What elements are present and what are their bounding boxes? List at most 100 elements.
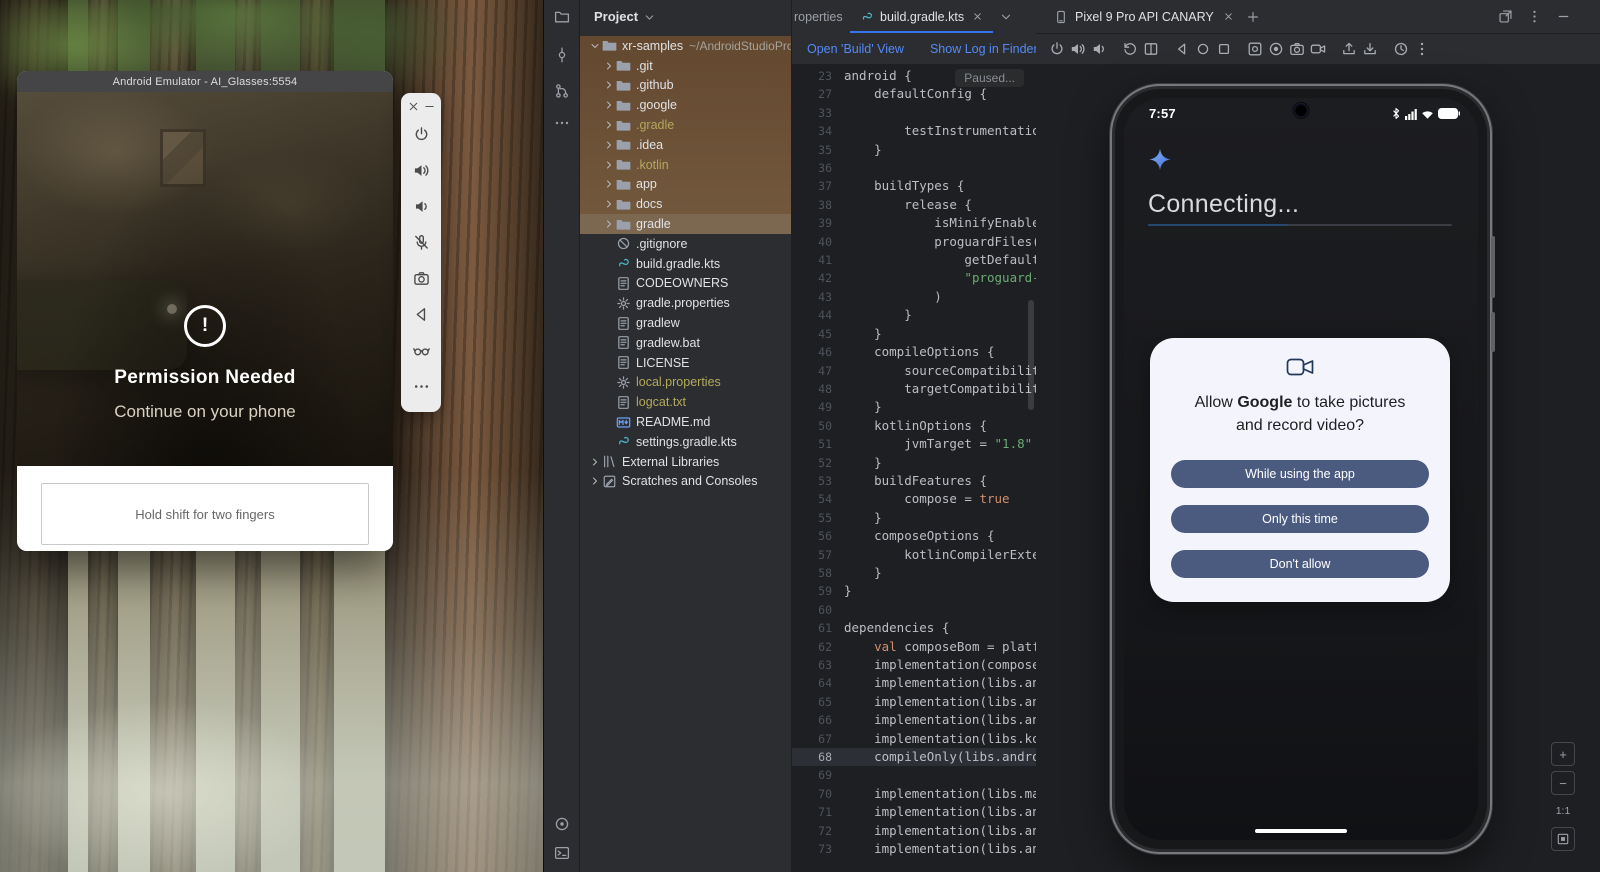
code-line-36[interactable]: 36 xyxy=(792,159,1036,177)
close-tab-icon[interactable] xyxy=(972,11,983,22)
code-line-35[interactable]: 35 } xyxy=(792,141,1036,159)
zoom-actual-button[interactable]: 1:1 xyxy=(1552,800,1574,822)
camera-button[interactable] xyxy=(413,270,430,287)
chevron-right-icon[interactable] xyxy=(602,178,616,190)
chevron-down-icon[interactable] xyxy=(588,40,602,52)
tree-item-gradlew[interactable]: gradlew xyxy=(580,313,791,333)
device-explorer-tool-button[interactable] xyxy=(554,816,570,837)
code-line-56[interactable]: 56 composeOptions { xyxy=(792,527,1036,545)
don-t-allow-button[interactable]: Don't allow xyxy=(1171,550,1429,578)
code-line-49[interactable]: 49 } xyxy=(792,398,1036,416)
code-line-33[interactable]: 33 xyxy=(792,104,1036,122)
volume-up-button[interactable] xyxy=(1069,41,1086,58)
code-line-34[interactable]: 34 testInstrumentationR xyxy=(792,122,1036,140)
power-button[interactable] xyxy=(413,126,430,143)
code-line-44[interactable]: 44 } xyxy=(792,306,1036,324)
project-tool-button[interactable] xyxy=(554,9,570,30)
hidden-tabs-chevron-button[interactable] xyxy=(993,0,1019,33)
more-tool-button[interactable] xyxy=(554,115,570,136)
tree-item-readme-md[interactable]: README.md xyxy=(580,412,791,432)
code-line-67[interactable]: 67 implementation(libs.kotl xyxy=(792,730,1036,748)
code-line-45[interactable]: 45 } xyxy=(792,325,1036,343)
emulator-screen[interactable]: ! Permission Needed Continue on your pho… xyxy=(17,92,393,466)
code-line-73[interactable]: 73 implementation(libs.andr xyxy=(792,840,1036,858)
download-button[interactable] xyxy=(1361,41,1378,58)
overview-button[interactable] xyxy=(1215,41,1232,58)
tree-item-logcat-txt[interactable]: logcat.txt xyxy=(580,392,791,412)
chevron-right-icon[interactable] xyxy=(588,456,602,468)
rotate-left-button[interactable] xyxy=(1121,41,1138,58)
structure-tool-button[interactable] xyxy=(554,83,570,104)
snapshot-button[interactable] xyxy=(1392,41,1409,58)
back-button[interactable] xyxy=(1173,41,1190,58)
back-button[interactable] xyxy=(413,306,430,323)
code-line-65[interactable]: 65 implementation(libs.andr xyxy=(792,693,1036,711)
code-line-70[interactable]: 70 implementation(libs.mate xyxy=(792,785,1036,803)
chevron-right-icon[interactable] xyxy=(602,119,616,131)
tree-item-gradle[interactable]: .gradle xyxy=(580,115,791,135)
editor-tab-build-gradle-kts[interactable]: build.gradle.kts xyxy=(850,0,993,33)
chevron-right-icon[interactable] xyxy=(602,60,616,72)
open-build-view-link[interactable]: Open 'Build' View xyxy=(807,42,904,56)
emulator-titlebar[interactable]: Android Emulator - AI_Glasses:5554 xyxy=(17,71,393,92)
code-line-51[interactable]: 51 jvmTarget = "1.8" xyxy=(792,435,1036,453)
code-line-57[interactable]: 57 kotlinCompilerExtens xyxy=(792,546,1036,564)
record-button[interactable] xyxy=(1267,41,1284,58)
hide-button[interactable] xyxy=(1556,9,1571,24)
volume-down-button[interactable] xyxy=(413,198,430,215)
zoom-out-button[interactable]: − xyxy=(1551,771,1575,795)
device-screen[interactable]: 7:57 Connecting... xyxy=(1124,98,1478,840)
home-button[interactable] xyxy=(1194,41,1211,58)
code-editor[interactable]: 23android {27 defaultConfig {3334 testIn… xyxy=(792,64,1036,872)
camera-button[interactable] xyxy=(1288,41,1305,58)
code-line-63[interactable]: 63 implementation(composeBo xyxy=(792,656,1036,674)
code-line-58[interactable]: 58 } xyxy=(792,564,1036,582)
code-line-46[interactable]: 46 compileOptions { xyxy=(792,343,1036,361)
code-line-72[interactable]: 72 implementation(libs.andr xyxy=(792,822,1036,840)
tree-item-kotlin[interactable]: .kotlin xyxy=(580,155,791,175)
while-using-the-app-button[interactable]: While using the app xyxy=(1171,460,1429,488)
tree-item-google[interactable]: .google xyxy=(580,95,791,115)
popout-button[interactable] xyxy=(1498,9,1513,24)
tree-item-git[interactable]: .git xyxy=(580,56,791,76)
chevron-right-icon[interactable] xyxy=(602,198,616,210)
power-button[interactable] xyxy=(1048,41,1065,58)
zoom-in-button[interactable]: + xyxy=(1551,742,1575,766)
code-line-43[interactable]: 43 ) xyxy=(792,288,1036,306)
code-line-69[interactable]: 69 xyxy=(792,766,1036,784)
code-line-48[interactable]: 48 targetCompatibility xyxy=(792,380,1036,398)
minimize-button[interactable] xyxy=(423,100,436,113)
only-this-time-button[interactable]: Only this time xyxy=(1171,505,1429,533)
code-line-68[interactable]: 68 compileOnly(libs.android xyxy=(792,748,1036,766)
tree-item-gradlew-bat[interactable]: gradlew.bat xyxy=(580,333,791,353)
terminal-tool-button[interactable] xyxy=(554,845,570,866)
tree-item-scratches-and-consoles[interactable]: Scratches and Consoles xyxy=(580,472,791,492)
code-line-39[interactable]: 39 isMinifyEnabled xyxy=(792,214,1036,232)
tree-item-gradle-properties[interactable]: gradle.properties xyxy=(580,293,791,313)
code-line-66[interactable]: 66 implementation(libs.andr xyxy=(792,711,1036,729)
tree-item-idea[interactable]: .idea xyxy=(580,135,791,155)
tree-item-app[interactable]: app xyxy=(580,175,791,195)
code-line-62[interactable]: 62 val composeBom = platfor xyxy=(792,638,1036,656)
chevron-right-icon[interactable] xyxy=(602,218,616,230)
chevron-right-icon[interactable] xyxy=(602,159,616,171)
code-line-41[interactable]: 41 getDefaultPr xyxy=(792,251,1036,269)
tree-item-license[interactable]: LICENSE xyxy=(580,353,791,373)
mic-off-button[interactable] xyxy=(413,234,430,251)
code-line-47[interactable]: 47 sourceCompatibility xyxy=(792,362,1036,380)
code-line-53[interactable]: 53 buildFeatures { xyxy=(792,472,1036,490)
editor-scrollbar[interactable] xyxy=(1028,300,1034,410)
chevron-right-icon[interactable] xyxy=(588,475,602,487)
code-line-37[interactable]: 37 buildTypes { xyxy=(792,177,1036,195)
fold-button[interactable] xyxy=(1142,41,1159,58)
tree-item-local-properties[interactable]: local.properties xyxy=(580,373,791,393)
code-line-40[interactable]: 40 proguardFiles( xyxy=(792,233,1036,251)
code-line-64[interactable]: 64 implementation(libs.andr xyxy=(792,674,1036,692)
more-button[interactable] xyxy=(1413,41,1430,58)
project-panel-header[interactable]: Project xyxy=(580,0,791,33)
chevron-right-icon[interactable] xyxy=(602,139,616,151)
device-tab-pixel-9-pro[interactable]: Pixel 9 Pro API CANARY xyxy=(1046,0,1242,33)
volume-up-button[interactable] xyxy=(413,162,430,179)
code-line-59[interactable]: 59} xyxy=(792,582,1036,600)
tree-item-codeowners[interactable]: CODEOWNERS xyxy=(580,274,791,294)
